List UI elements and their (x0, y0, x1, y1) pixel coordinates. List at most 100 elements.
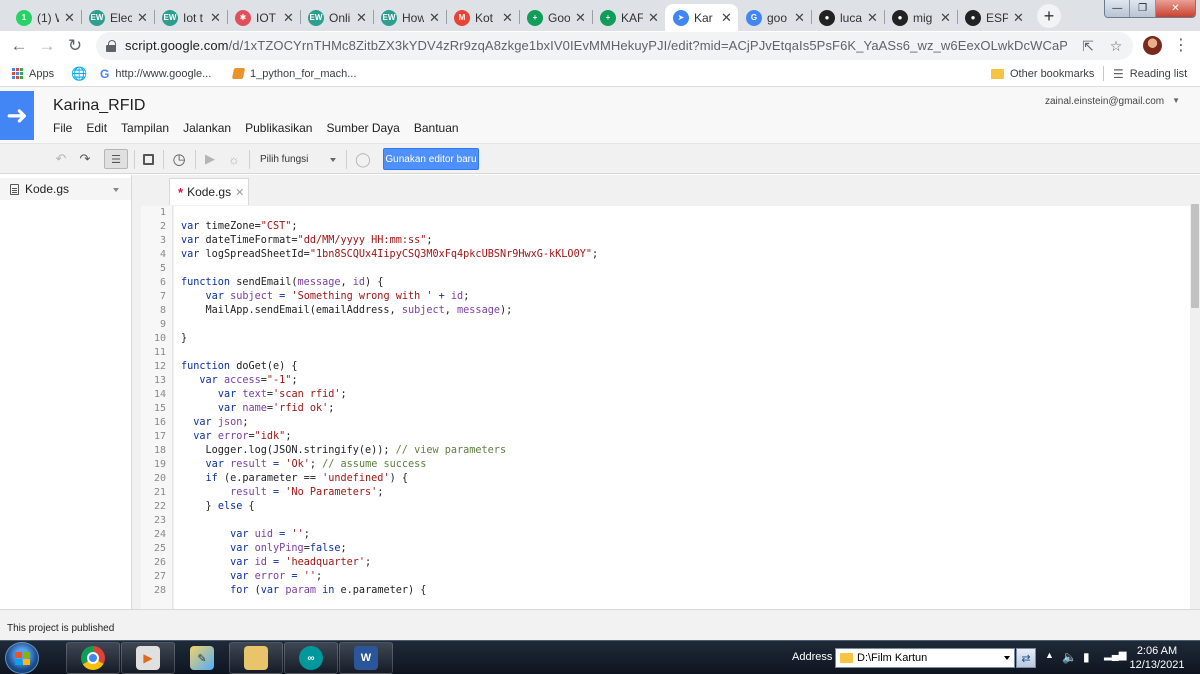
save-button[interactable] (139, 149, 157, 169)
back-button[interactable]: ← (9, 36, 29, 56)
taskbar-paint[interactable]: ✎ (175, 642, 229, 674)
browser-tab[interactable]: 1 (1) W ✕ (8, 4, 81, 31)
reading-list[interactable]: ☰ Reading list (1113, 66, 1187, 81)
close-tab-icon[interactable]: ✕ (648, 10, 659, 26)
taskbar-word[interactable]: W (339, 642, 393, 674)
apps-grid-icon (12, 68, 23, 79)
menu-item[interactable]: Edit (86, 121, 107, 135)
browser-tab[interactable]: ✱ IOT ✕ (227, 4, 300, 31)
system-clock[interactable]: 2:06 AM 12/13/2021 (1127, 644, 1187, 672)
close-tab-icon[interactable]: ✕ (940, 10, 951, 26)
browser-tab[interactable]: ● ESP ✕ (957, 4, 1030, 31)
close-tab-icon[interactable]: ✕ (1013, 10, 1024, 26)
browser-tab[interactable]: EW How ✕ (373, 4, 446, 31)
code-editor[interactable]: var timeZone="CST"; var dateTimeFormat="d… (174, 206, 1190, 609)
minimize-button[interactable]: — (1105, 0, 1131, 17)
bookmark-star-icon[interactable]: ☆ (1107, 37, 1125, 55)
close-tab-icon[interactable]: ✕ (210, 10, 221, 26)
profile-avatar[interactable] (1143, 36, 1162, 55)
menu-item[interactable]: Sumber Daya (326, 121, 399, 135)
code-token: ; (365, 557, 372, 568)
address-go-button[interactable]: ⇄ (1016, 648, 1036, 668)
bookmark-apps[interactable]: Apps (12, 66, 54, 81)
taskbar-media-player[interactable]: ▶ (121, 642, 175, 674)
debug-button[interactable]: ☼ (225, 149, 243, 169)
new-editor-button[interactable]: Gunakan editor baru (383, 148, 479, 170)
close-tab-icon[interactable]: ✕ (721, 10, 732, 26)
menu-item[interactable]: Bantuan (414, 121, 459, 135)
forward-button[interactable]: → (37, 36, 57, 56)
network-signal-icon[interactable]: ▂▄▆ (1104, 650, 1126, 661)
close-tab-icon[interactable]: ✕ (502, 10, 513, 26)
chevron-down-icon[interactable] (113, 188, 119, 192)
code-token: e.parameter) { (340, 585, 427, 596)
toolbar-separator (195, 150, 196, 169)
browser-tab[interactable]: + Goo ✕ (519, 4, 592, 31)
bookmark-python[interactable]: 1_python_for_mach... (231, 66, 356, 81)
triggers-button[interactable]: ◷ (169, 149, 189, 169)
account-switcher[interactable]: zainal.einstein@gmail.com ▼ (1045, 96, 1180, 107)
close-window-button[interactable]: ✕ (1155, 0, 1195, 17)
browser-tab[interactable]: ➤ Kar ✕ (665, 4, 738, 31)
browser-tab[interactable]: ● mig ✕ (884, 4, 957, 31)
close-tab-icon[interactable]: ✕ (356, 10, 367, 26)
maximize-button[interactable]: ❐ (1130, 0, 1156, 17)
browser-tab[interactable]: Ggoo ✕ (738, 4, 811, 31)
share-icon[interactable]: ⇱ (1079, 37, 1097, 55)
menu-item[interactable]: File (53, 121, 72, 135)
volume-icon[interactable]: 🔈 (1062, 650, 1077, 664)
clock-date: 12/13/2021 (1129, 659, 1185, 671)
project-title[interactable]: Karina_RFID (53, 97, 145, 115)
code-token: 'Something wrong with ' (291, 291, 433, 302)
line-number: 7 (159, 291, 166, 302)
taskbar-arduino[interactable]: ∞ (284, 642, 338, 674)
browser-tab[interactable]: M Kot ✕ (446, 4, 519, 31)
menu-item[interactable]: Jalankan (183, 121, 231, 135)
browser-tab[interactable]: + KAF ✕ (592, 4, 665, 31)
undo-button[interactable]: ↶ (52, 149, 70, 169)
file-item-kode[interactable]: Kode.gs (0, 178, 131, 200)
bookmark-other[interactable]: Other bookmarks (991, 66, 1094, 81)
function-select[interactable]: Pilih fungsi (254, 149, 342, 169)
address-toolbar-input[interactable]: D:\Film Kartun (835, 648, 1015, 668)
menu-item[interactable]: Publikasikan (245, 121, 312, 135)
close-tab-icon[interactable]: ✕ (794, 10, 805, 26)
taskbar-explorer[interactable] (229, 642, 283, 674)
menu-item[interactable]: Tampilan (121, 121, 169, 135)
scrollbar-thumb[interactable] (1191, 204, 1199, 308)
forward-arrow-icon: → (38, 36, 56, 55)
browser-tab[interactable]: EW Onli ✕ (300, 4, 373, 31)
browser-tab[interactable]: ● luca ✕ (811, 4, 884, 31)
new-tab-button[interactable]: + (1037, 4, 1061, 28)
run-button[interactable]: ▶ (202, 149, 218, 169)
apps-script-logo-icon[interactable]: ➜ (0, 91, 34, 140)
chevron-down-icon[interactable] (1004, 656, 1010, 660)
redo-button[interactable]: ↷ (76, 149, 94, 169)
tips-button[interactable]: ◯ (354, 149, 372, 169)
browser-tab[interactable]: EW Elec ✕ (81, 4, 154, 31)
editor-vertical-scrollbar[interactable] (1190, 204, 1200, 609)
browser-menu-icon[interactable]: ⋮ (1172, 35, 1190, 55)
google-icon: G (746, 9, 762, 26)
arduino-icon: ∞ (299, 646, 323, 670)
start-button[interactable] (5, 642, 39, 674)
tray-expand-icon[interactable]: ▲ (1045, 650, 1054, 660)
device-icon[interactable]: ▮ (1083, 650, 1090, 664)
url-text[interactable]: script.google.com/d/1xTZOCYrnTHMc8ZitbZX… (125, 38, 1067, 53)
bookmark-globe[interactable]: 🌐 (71, 66, 87, 81)
github-icon: ● (965, 9, 981, 26)
indent-toggle-button[interactable]: ☰ (104, 149, 128, 169)
close-tab-icon[interactable]: ✕ (137, 10, 148, 26)
bookmark-google[interactable]: G http://www.google... (100, 66, 211, 81)
close-tab-icon[interactable]: ✕ (867, 10, 878, 26)
browser-tab[interactable]: EW Iot t ✕ (154, 4, 227, 31)
reload-button[interactable]: ↻ (65, 36, 85, 56)
close-tab-icon[interactable]: ✕ (575, 10, 586, 26)
close-tab-icon[interactable]: ✕ (429, 10, 440, 26)
address-bar[interactable]: script.google.com/d/1xTZOCYrnTHMc8ZitbZX… (96, 32, 1133, 60)
close-tab-icon[interactable]: ✕ (235, 186, 244, 199)
taskbar-chrome[interactable] (66, 642, 120, 674)
close-tab-icon[interactable]: ✕ (283, 10, 294, 26)
editor-tab-kode[interactable]: * Kode.gs ✕ (169, 178, 249, 205)
close-tab-icon[interactable]: ✕ (64, 10, 75, 26)
